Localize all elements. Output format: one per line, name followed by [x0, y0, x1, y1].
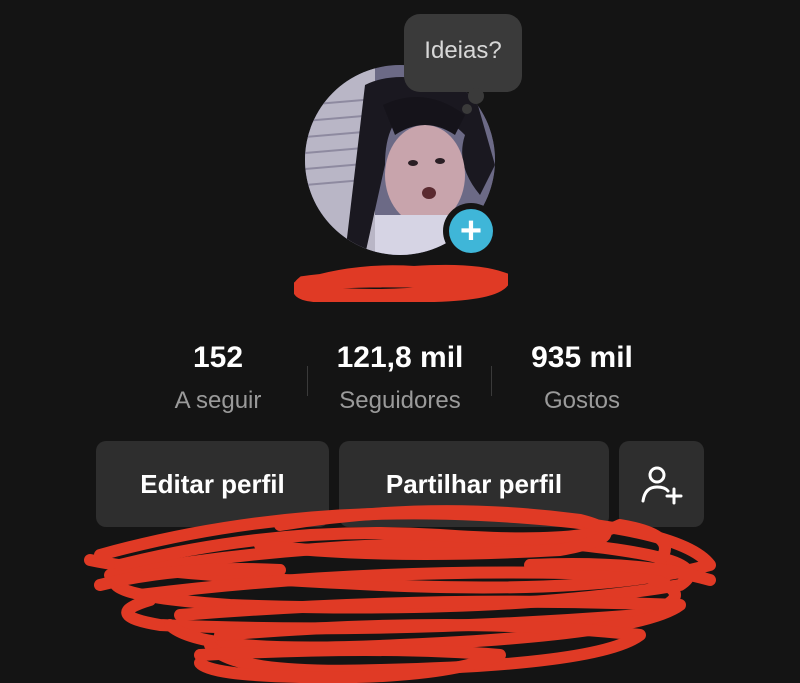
- followers-label: Seguidores: [339, 387, 461, 414]
- profile-screen: Ideias? + 152 A seguir 121,8 mil Seguido…: [0, 0, 800, 683]
- stats-row: 152 A seguir 121,8 mil Seguidores 935 mi…: [0, 338, 800, 428]
- ideas-bubble-tail: [468, 88, 484, 104]
- following-stat[interactable]: 152 A seguir: [138, 338, 298, 416]
- ideas-bubble[interactable]: Ideias?: [404, 14, 522, 92]
- add-person-icon: [641, 466, 682, 505]
- ideas-bubble-tail-dot: [462, 104, 472, 114]
- likes-count: 935 mil: [531, 341, 633, 374]
- followers-count: 121,8 mil: [336, 341, 464, 374]
- ideas-bubble-text: Ideias?: [424, 37, 502, 64]
- divider: [307, 366, 308, 396]
- redacted-bio: [84, 505, 716, 683]
- following-count: 152: [192, 341, 244, 374]
- followers-stat[interactable]: 121,8 mil Seguidores: [318, 338, 482, 416]
- likes-label: Gostos: [543, 387, 621, 414]
- redacted-username: [294, 264, 508, 302]
- divider: [491, 366, 492, 396]
- following-label: A seguir: [174, 387, 262, 414]
- add-story-button[interactable]: +: [443, 203, 499, 259]
- plus-icon: +: [449, 209, 493, 253]
- likes-stat[interactable]: 935 mil Gostos: [500, 338, 664, 416]
